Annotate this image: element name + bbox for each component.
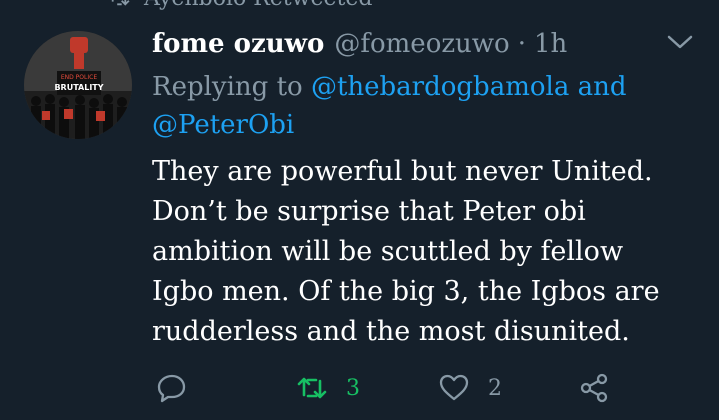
avatar-text-main: BRUTALITY xyxy=(54,83,103,92)
tweet-text-line: rudderless and the most disunited. xyxy=(152,316,630,347)
avatar-text-top: END POLICE xyxy=(61,74,97,81)
tweet-text-line: Igbo men. Of the big 3, the Igbos are xyxy=(152,276,660,307)
retweet-count: 3 xyxy=(346,375,360,401)
reply-button[interactable] xyxy=(156,366,188,410)
mention-conjunction[interactable]: and xyxy=(578,72,627,102)
retweet-button[interactable]: 3 xyxy=(296,366,360,410)
tweet-time[interactable]: 1h xyxy=(534,29,567,59)
replying-to: Replying to @thebardogbamola and @PeterO… xyxy=(152,68,692,144)
separator-dot: · xyxy=(517,29,526,59)
tweet-header: fome ozuwo @fomeozuwo · 1h xyxy=(152,26,689,62)
retweet-icon xyxy=(111,0,130,6)
chevron-down-icon[interactable] xyxy=(667,32,693,52)
tweet-text-line: ambition will be scuttled by fellow xyxy=(152,236,624,267)
retweet-icon xyxy=(297,377,327,399)
retweet-context-text: Ayenbolo Retweeted xyxy=(144,0,372,11)
tweet-text-line: Don’t be surprise that Peter obi xyxy=(152,196,586,227)
tweet-text: They are powerful but never United. Don’… xyxy=(152,152,697,352)
mention-link[interactable]: @PeterObi xyxy=(152,110,294,140)
like-button[interactable]: 2 xyxy=(438,366,502,410)
author-display-name[interactable]: fome ozuwo xyxy=(152,29,324,59)
like-count: 2 xyxy=(488,375,502,401)
reply-icon xyxy=(157,374,186,403)
tweet-text-line: They are powerful but never United. xyxy=(152,156,653,187)
avatar-image: END POLICE BRUTALITY xyxy=(24,31,132,139)
avatar[interactable]: END POLICE BRUTALITY xyxy=(24,31,132,139)
share-icon xyxy=(580,373,608,403)
share-button[interactable] xyxy=(578,366,610,410)
author-handle[interactable]: @fomeozuwo xyxy=(334,29,509,59)
heart-icon xyxy=(439,374,469,401)
retweet-context[interactable]: Ayenbolo Retweeted xyxy=(108,0,372,11)
tweet-actions: 3 2 xyxy=(152,366,622,410)
replying-to-prefix: Replying to xyxy=(152,72,303,102)
mention-link[interactable]: @thebardogbamola xyxy=(311,72,569,102)
